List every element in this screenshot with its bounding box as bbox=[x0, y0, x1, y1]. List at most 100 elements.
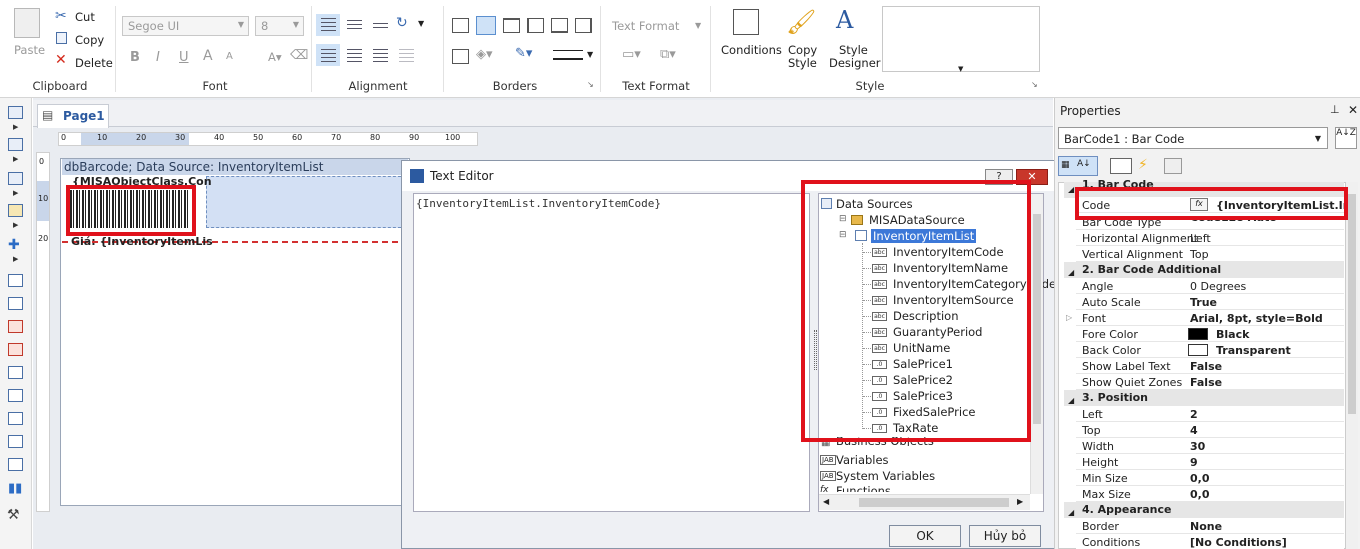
tree-variables[interactable]: Variables bbox=[836, 453, 889, 467]
format-copy-icon[interactable]: ⧉▾ bbox=[660, 47, 676, 62]
property-scrollbar[interactable] bbox=[1346, 182, 1358, 549]
property-value[interactable]: 4 bbox=[1190, 424, 1198, 437]
chevron-right-icon[interactable]: ▶ bbox=[13, 255, 18, 263]
paste-button[interactable]: Paste bbox=[14, 43, 45, 57]
font-size-select[interactable]: 8 ▼ bbox=[255, 16, 304, 36]
border-right-icon[interactable] bbox=[575, 18, 592, 33]
chevron-right-icon[interactable]: ▶ bbox=[13, 189, 18, 197]
band-icon[interactable] bbox=[8, 138, 23, 151]
property-value[interactable]: 0 Degrees bbox=[1190, 280, 1246, 293]
report-icon[interactable] bbox=[8, 106, 23, 119]
border-bottom-icon[interactable] bbox=[551, 18, 568, 33]
property-value[interactable]: Transparent bbox=[1216, 344, 1291, 357]
chevron-right-icon[interactable]: ▶ bbox=[1017, 497, 1023, 506]
border-style-icon[interactable] bbox=[553, 50, 583, 60]
component-select[interactable]: BarCode1 : Bar Code ▼ bbox=[1058, 127, 1328, 149]
category-appearance[interactable]: ◢ 4. Appearance bbox=[1064, 502, 1344, 518]
category-bar-code-additional[interactable]: ◢ 2. Bar Code Additional bbox=[1064, 262, 1344, 278]
align-right-button[interactable] bbox=[368, 44, 392, 66]
cross-band-icon[interactable] bbox=[8, 172, 23, 185]
dialog-launcher-icon[interactable]: ↘ bbox=[1031, 80, 1038, 89]
property-value[interactable]: False bbox=[1190, 376, 1222, 389]
border-none-icon[interactable] bbox=[452, 49, 469, 64]
databand-header[interactable]: dbBarcode; Data Source: InventoryItemLis… bbox=[62, 159, 408, 175]
style-designer-button-line1[interactable]: Style bbox=[839, 43, 868, 57]
events-icon[interactable]: ⚡ bbox=[1138, 157, 1148, 173]
expand-icon[interactable]: ▷ bbox=[1066, 313, 1072, 322]
conditions-button[interactable]: Conditions bbox=[721, 43, 782, 57]
chevron-left-icon[interactable]: ◀ bbox=[823, 497, 829, 506]
align-center-button[interactable] bbox=[342, 44, 366, 66]
delete-button[interactable]: Delete bbox=[75, 56, 113, 70]
picture-icon[interactable] bbox=[8, 458, 23, 471]
property-value[interactable]: Top bbox=[1190, 248, 1209, 261]
property-pages-icon[interactable] bbox=[1110, 158, 1132, 174]
dialog-launcher-icon[interactable]: ↘ bbox=[587, 80, 594, 89]
puzzle-icon[interactable]: ✚ bbox=[8, 237, 20, 253]
shrink-font-button[interactable]: A bbox=[226, 51, 233, 62]
tree-hscrollbar[interactable]: ◀ ▶ bbox=[819, 494, 1030, 510]
property-row[interactable] bbox=[1076, 406, 1344, 422]
property-row[interactable] bbox=[1076, 422, 1344, 438]
chevron-down-icon[interactable]: ▼ bbox=[587, 50, 593, 59]
tree-functions[interactable]: Functions bbox=[836, 485, 891, 492]
chevron-right-icon[interactable]: ▶ bbox=[13, 155, 18, 163]
fill-color-icon[interactable]: ◈▾ bbox=[476, 47, 493, 62]
style-gallery[interactable]: ▼ bbox=[882, 6, 1040, 73]
price-field[interactable]: Giá: {InventoryItemLis bbox=[71, 235, 213, 248]
text-icon[interactable] bbox=[8, 274, 23, 287]
copy-style-icon[interactable]: 🖌 bbox=[786, 8, 816, 36]
property-value[interactable]: [No Conditions] bbox=[1190, 536, 1287, 549]
property-value[interactable]: None bbox=[1190, 520, 1222, 533]
expression-text[interactable]: {InventoryItemList.InventoryItemCode} bbox=[416, 197, 661, 210]
tree-vscrollbar[interactable] bbox=[1030, 194, 1043, 494]
container-icon[interactable] bbox=[8, 435, 23, 448]
property-value[interactable]: 9 bbox=[1190, 456, 1198, 469]
text-format-select[interactable]: Text Format bbox=[612, 19, 679, 33]
border-left-icon[interactable] bbox=[527, 18, 544, 33]
align-bottom-button[interactable] bbox=[368, 14, 392, 36]
border-top-icon[interactable] bbox=[503, 18, 520, 33]
text-in-cells-icon[interactable] bbox=[8, 297, 23, 310]
conditions-icon[interactable] bbox=[733, 9, 759, 35]
property-value[interactable]: 0,0 bbox=[1190, 472, 1210, 485]
rotate-icon[interactable]: ↻ bbox=[396, 15, 408, 31]
rich-text-icon[interactable] bbox=[8, 320, 23, 333]
chevron-down-icon[interactable]: ▼ bbox=[418, 19, 424, 28]
chevron-down-icon[interactable]: ▼ bbox=[958, 65, 963, 73]
system-text-icon[interactable] bbox=[8, 343, 23, 356]
close-icon[interactable]: ✕ bbox=[1348, 103, 1358, 117]
align-top-button[interactable] bbox=[316, 14, 340, 36]
italic-button[interactable]: I bbox=[156, 50, 160, 65]
category-position[interactable]: ◢ 3. Position bbox=[1064, 390, 1344, 406]
chart-icon[interactable]: ▮▮ bbox=[8, 481, 22, 496]
copy-style-button-line2[interactable]: Style bbox=[788, 56, 817, 70]
image-icon[interactable] bbox=[8, 204, 23, 217]
paste-icon[interactable] bbox=[14, 8, 40, 38]
style-designer-button-line2[interactable]: Designer bbox=[829, 56, 881, 70]
tab-page1[interactable]: ▤ Page1 bbox=[37, 104, 109, 128]
tools-icon[interactable]: ⚒ bbox=[7, 507, 20, 523]
font-color-icon[interactable]: A▾ bbox=[268, 50, 282, 64]
property-value[interactable]: Left bbox=[1190, 232, 1211, 245]
property-value[interactable]: True bbox=[1190, 296, 1217, 309]
border-all-icon[interactable] bbox=[452, 18, 469, 33]
cut-button[interactable]: Cut bbox=[75, 10, 95, 24]
chevron-right-icon[interactable]: ▶ bbox=[13, 221, 18, 229]
bold-button[interactable]: B bbox=[130, 50, 140, 65]
ok-button[interactable]: OK bbox=[889, 525, 961, 547]
pin-icon[interactable]: ⊥ bbox=[1330, 103, 1340, 116]
justify-button[interactable] bbox=[394, 44, 418, 66]
font-family-select[interactable]: Segoe UI ▼ bbox=[122, 16, 249, 36]
underline-button[interactable]: U bbox=[179, 50, 189, 65]
sort-az-icon[interactable]: A↓Z bbox=[1335, 127, 1357, 149]
chevron-down-icon[interactable]: ▼ bbox=[695, 21, 701, 30]
property-value[interactable]: 30 bbox=[1190, 440, 1205, 453]
table-icon[interactable] bbox=[8, 412, 23, 425]
panel-icon[interactable] bbox=[8, 366, 23, 379]
property-row[interactable] bbox=[1076, 438, 1344, 454]
format-icon[interactable]: ▭▾ bbox=[622, 47, 641, 62]
copy-button[interactable]: Copy bbox=[75, 33, 104, 47]
band-area[interactable] bbox=[206, 176, 406, 228]
cancel-button[interactable]: Hủy bỏ bbox=[969, 525, 1041, 547]
